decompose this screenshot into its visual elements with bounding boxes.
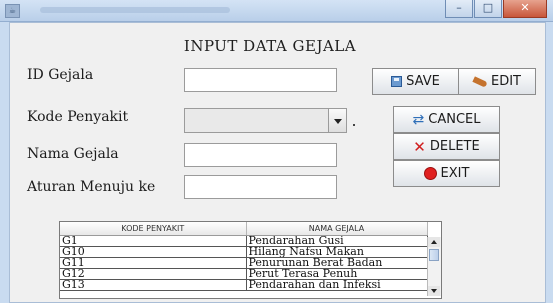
gejala-table: KODE PENYAKIT NAMA GEJALA G1 Pendarahan …	[59, 221, 442, 299]
refresh-icon: ⇄	[412, 111, 425, 128]
label-nama-gejala: Nama Gejala	[27, 146, 119, 162]
cell-kode[interactable]: G1	[60, 235, 247, 247]
edit-icon	[472, 75, 488, 88]
minimize-button[interactable]: –	[445, 0, 473, 18]
exit-label: EXIT	[440, 166, 470, 181]
aturan-input[interactable]	[184, 175, 337, 199]
cell-nama[interactable]: Perut Terasa Penuh	[246, 268, 428, 280]
app-icon: ☕	[5, 4, 20, 18]
label-kode-penyakit: Kode Penyakit	[27, 109, 129, 125]
close-button[interactable]: ✕	[503, 0, 547, 18]
window-controls: – □ ✕	[444, 0, 547, 18]
table-row[interactable]: G10 Hilang Nafsu Makan	[60, 246, 428, 258]
label-id-gejala: ID Gejala	[27, 67, 94, 83]
scroll-down-icon[interactable]	[428, 286, 440, 296]
chevron-down-icon[interactable]	[328, 109, 346, 132]
maximize-button[interactable]: □	[474, 0, 502, 18]
red-circle-icon	[423, 167, 437, 180]
cell-nama[interactable]: Pendarahan dan Infeksi	[246, 279, 428, 291]
cell-nama[interactable]: Pendarahan Gusi	[246, 235, 428, 247]
nama-gejala-input[interactable]	[184, 143, 337, 167]
gejala-table-grid: KODE PENYAKIT NAMA GEJALA G1 Pendarahan …	[60, 222, 428, 291]
form-title: INPUT DATA GEJALA	[183, 37, 357, 55]
vertical-scrollbar[interactable]	[427, 237, 441, 296]
kode-penyakit-dropdown[interactable]	[184, 108, 347, 133]
table-row[interactable]: G13 Pendarahan dan Infeksi	[60, 279, 428, 291]
table-row[interactable]: G12 Perut Terasa Penuh	[60, 268, 428, 280]
cell-nama[interactable]: Hilang Nafsu Makan	[246, 246, 428, 258]
label-aturan: Aturan Menuju ke	[27, 179, 156, 195]
cell-kode[interactable]: G13	[60, 279, 247, 291]
save-icon	[391, 76, 403, 87]
column-header-nama[interactable]: NAMA GEJALA	[246, 222, 428, 236]
scroll-up-icon[interactable]	[428, 237, 440, 247]
cell-kode[interactable]: G12	[60, 268, 247, 280]
id-gejala-input[interactable]	[184, 68, 337, 92]
title-bar[interactable]: ☕ – □ ✕	[0, 0, 553, 22]
dot-marker	[353, 124, 355, 126]
delete-label: DELETE	[429, 139, 480, 154]
scroll-thumb[interactable]	[429, 249, 439, 261]
column-header-kode[interactable]: KODE PENYAKIT	[60, 222, 247, 236]
cell-kode[interactable]: G11	[60, 257, 247, 269]
x-icon: ✕	[413, 137, 426, 156]
cancel-label: CANCEL	[428, 112, 481, 127]
cell-nama[interactable]: Penurunan Berat Badan	[246, 257, 428, 269]
main-panel: INPUT DATA GEJALA ID Gejala Kode Penyaki…	[9, 22, 546, 303]
save-button[interactable]: SAVE	[372, 68, 459, 95]
delete-button[interactable]: ✕ DELETE	[393, 133, 500, 160]
window-title-blurred	[40, 7, 230, 13]
edit-label: EDIT	[491, 74, 521, 89]
cell-kode[interactable]: G10	[60, 246, 247, 258]
exit-button[interactable]: EXIT	[393, 160, 500, 187]
save-label: SAVE	[406, 74, 440, 89]
table-row[interactable]: G1 Pendarahan Gusi	[60, 235, 428, 247]
edit-button[interactable]: EDIT	[458, 68, 536, 95]
cancel-button[interactable]: ⇄ CANCEL	[393, 106, 500, 133]
table-row[interactable]: G11 Penurunan Berat Badan	[60, 257, 428, 269]
